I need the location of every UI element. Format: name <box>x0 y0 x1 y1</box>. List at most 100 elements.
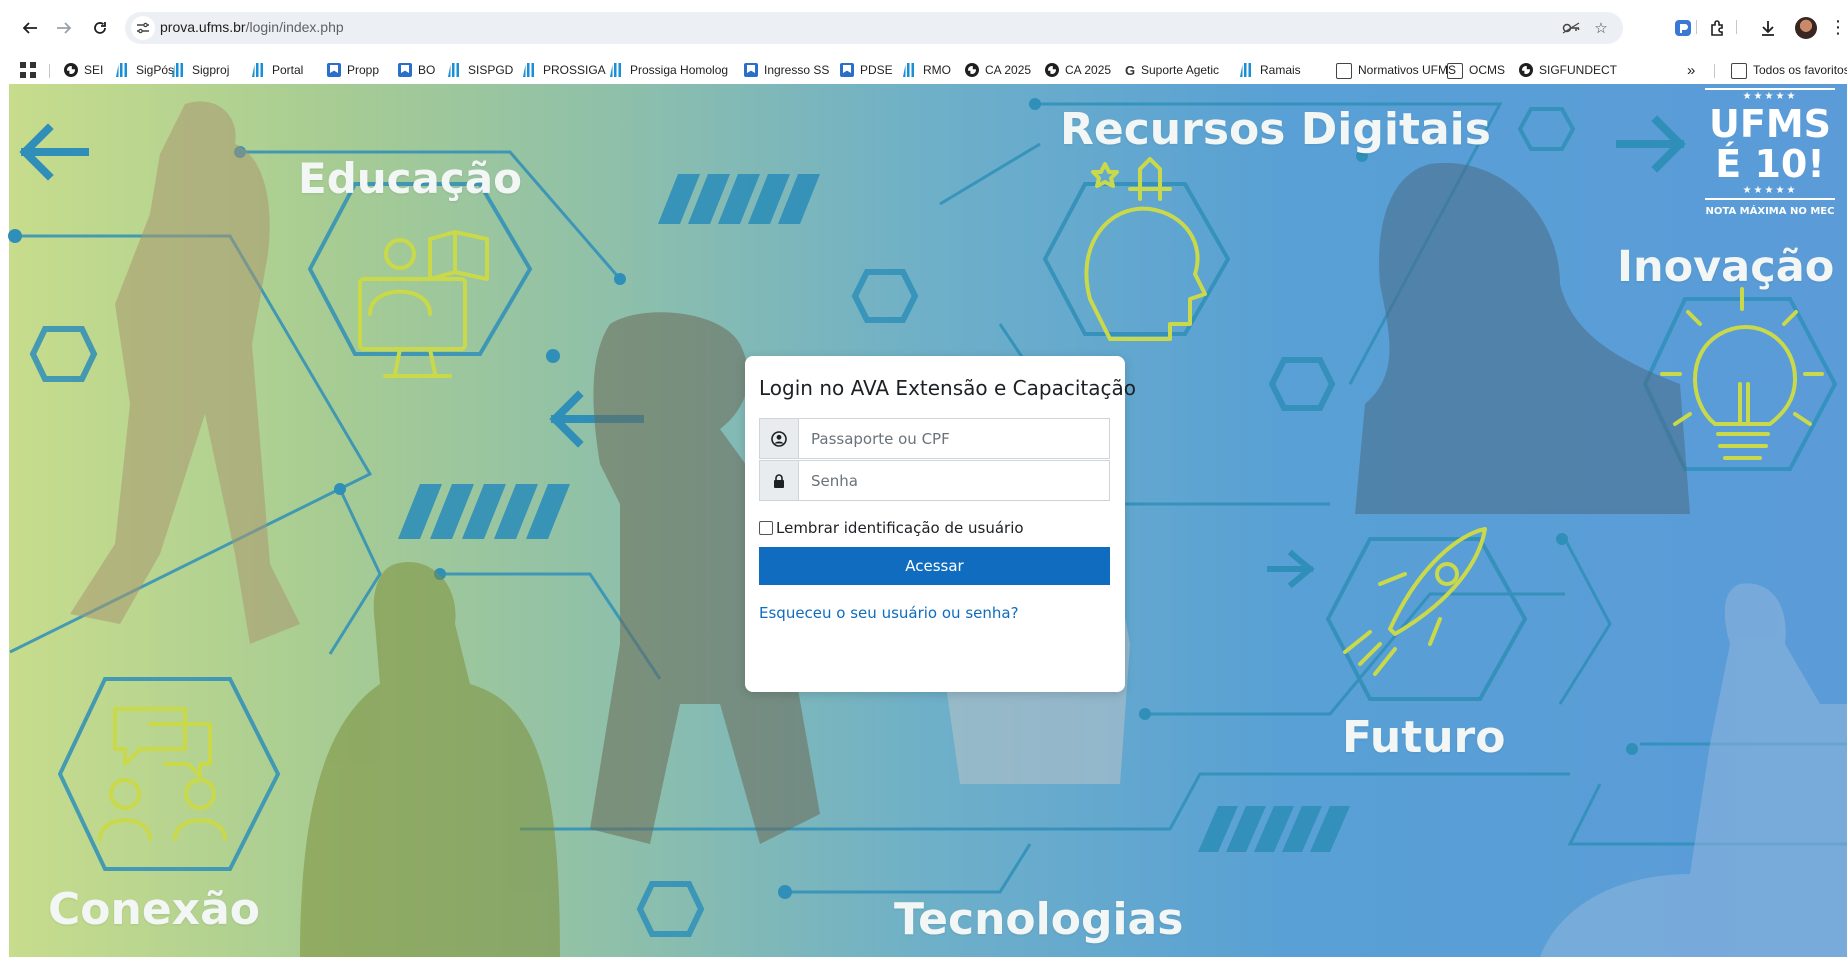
bookmark-label: CA 2025 <box>1065 63 1112 77</box>
ufms-icon <box>448 63 462 77</box>
menu-dots-icon[interactable]: ⋮ <box>1829 17 1847 38</box>
bookmark-item[interactable]: Ramais <box>1240 60 1301 80</box>
username-input[interactable] <box>799 419 1109 458</box>
bookmark-label: Ramais <box>1260 63 1301 77</box>
download-icon[interactable] <box>1756 16 1780 40</box>
browser-toolbar: prova.ufms.br/login/index.php ☆ ⋮ <box>0 0 1847 56</box>
bookmark-label: SEI <box>84 63 104 77</box>
bookmark-label: Prossiga Homolog <box>630 63 729 77</box>
bookmark-icon <box>398 63 412 77</box>
site-settings-icon[interactable] <box>131 16 155 40</box>
ufms-icon <box>252 63 266 77</box>
toolbar-divider <box>1696 20 1697 34</box>
bookmark-item[interactable]: G Suporte Agetic <box>1125 60 1219 80</box>
bookmark-label: Suporte Agetic <box>1141 63 1220 77</box>
extensions-puzzle-icon[interactable] <box>1706 16 1730 40</box>
password-input[interactable] <box>799 461 1109 500</box>
person-smiling-silhouette <box>1355 162 1690 514</box>
user-icon <box>760 419 799 458</box>
bookmark-label: PROSSIGA <box>543 63 606 77</box>
bookmark-item[interactable]: Normativos UFMS <box>1336 60 1456 80</box>
bookmark-star-icon[interactable]: ☆ <box>1591 18 1611 38</box>
extension-icon[interactable] <box>1671 16 1695 40</box>
person-sitting-silhouette <box>1540 583 1847 957</box>
bookmark-item[interactable]: Propp <box>327 60 379 80</box>
remember-checkbox[interactable] <box>759 521 773 535</box>
remember-username[interactable]: Lembrar identificação de usuário <box>759 519 1024 537</box>
bookmark-icon <box>744 63 758 77</box>
bookmark-item[interactable]: RMO <box>903 60 951 80</box>
educacao-text: Educação <box>298 154 522 203</box>
bookmarks-overflow-icon[interactable]: » <box>1687 60 1695 80</box>
bookmark-item[interactable]: CA 2025 <box>1045 60 1111 80</box>
profile-avatar[interactable] <box>1795 17 1817 39</box>
inovacao-text: Inovação <box>1617 242 1835 292</box>
bookmark-item[interactable]: SIGFUNDECT <box>1519 60 1617 80</box>
slash-group-bottom <box>1198 806 1350 852</box>
bookmark-item[interactable]: Sigproj <box>172 60 229 80</box>
url-text[interactable]: prova.ufms.br/login/index.php <box>160 19 344 35</box>
folder-icon <box>1336 63 1352 79</box>
ufms-nota-maxima-badge: ★★★★★ UFMS É 10! ★★★★★ NOTA MÁXIMA NO ME… <box>1705 88 1835 217</box>
person-walking-silhouette <box>70 101 300 645</box>
bookmark-label: SigPós <box>136 63 175 77</box>
bookmark-label: CA 2025 <box>985 63 1032 77</box>
address-bar[interactable]: prova.ufms.br/login/index.php ☆ <box>125 12 1623 44</box>
badge-line-2: É 10! <box>1715 142 1825 186</box>
ufms-icon <box>1240 63 1254 77</box>
badge-line-1: UFMS <box>1709 102 1831 146</box>
ufms-icon <box>610 63 624 77</box>
all-bookmarks-label: Todos os favoritos <box>1753 63 1847 77</box>
hex-futuro <box>1325 537 1528 701</box>
password-key-icon[interactable] <box>1561 18 1581 38</box>
forgot-password-link[interactable]: Esqueceu o seu usuário ou senha? <box>759 604 1019 622</box>
back-arrow-icon[interactable] <box>16 14 44 42</box>
hex-recursos <box>1042 182 1231 336</box>
bookmark-item[interactable]: SigPós <box>116 60 174 80</box>
slash-group-top <box>658 174 820 224</box>
arrow-right-top <box>1616 115 1686 173</box>
bookmark-label: Sigproj <box>192 63 230 77</box>
bookmarks-bar: SEI SigPós Sigproj Portal Propp BO SISPGD PROSS… <box>0 56 1847 84</box>
bookmark-label: OCMS <box>1469 63 1505 77</box>
badge-note: NOTA MÁXIMA NO MEC <box>1705 206 1835 217</box>
bookmark-label: PDSE <box>860 63 893 77</box>
bookmark-item[interactable]: PROSSIGA <box>523 60 606 80</box>
bookmark-label: SIGFUNDECT <box>1539 63 1617 77</box>
toolbar-divider <box>1736 20 1737 34</box>
login-submit-button[interactable]: Acessar <box>759 547 1110 585</box>
bookmark-item[interactable]: Ingresso SS <box>744 60 829 80</box>
forward-arrow-icon[interactable] <box>50 14 78 42</box>
all-bookmarks-folder[interactable]: Todos os favoritos <box>1731 60 1847 80</box>
bookmark-item[interactable]: Prossiga Homolog <box>610 60 728 80</box>
remember-label: Lembrar identificação de usuário <box>776 519 1024 537</box>
login-card: Login no AVA Extensão e Capacitação Lemb… <box>745 356 1136 692</box>
bookmark-item[interactable]: SEI <box>64 60 103 80</box>
folder-icon <box>1447 63 1463 79</box>
bookmark-item[interactable]: OCMS <box>1447 60 1505 80</box>
url-path: /login/index.php <box>245 19 344 35</box>
ufms-icon <box>172 63 186 77</box>
bookmark-item[interactable]: BO <box>398 60 435 80</box>
bookmark-item[interactable]: SISPGD <box>448 60 513 80</box>
bookmarks-divider <box>49 64 50 78</box>
folder-icon <box>1731 63 1747 79</box>
reload-icon[interactable] <box>86 14 114 42</box>
bookmarks-divider <box>1714 64 1715 78</box>
apps-grid-icon[interactable] <box>20 62 36 78</box>
bookmark-label: RMO <box>923 63 951 77</box>
bookmark-label: Normativos UFMS <box>1358 63 1457 77</box>
bookmark-item[interactable]: PDSE <box>840 60 893 80</box>
bookmark-label: SISPGD <box>468 63 514 77</box>
arrow-right-small <box>1267 549 1315 589</box>
slash-group-left <box>398 484 570 539</box>
conexao-chat-icon <box>98 707 227 841</box>
bookmark-icon <box>840 63 854 77</box>
ufms-icon <box>523 63 537 77</box>
bookmark-item[interactable]: Portal <box>252 60 303 80</box>
globe-icon <box>64 63 78 77</box>
url-host: prova.ufms.br <box>160 19 246 35</box>
bookmark-item[interactable]: CA 2025 <box>965 60 1031 80</box>
bookmark-label: Ingresso SS <box>764 63 830 77</box>
hex-educacao <box>307 182 533 356</box>
